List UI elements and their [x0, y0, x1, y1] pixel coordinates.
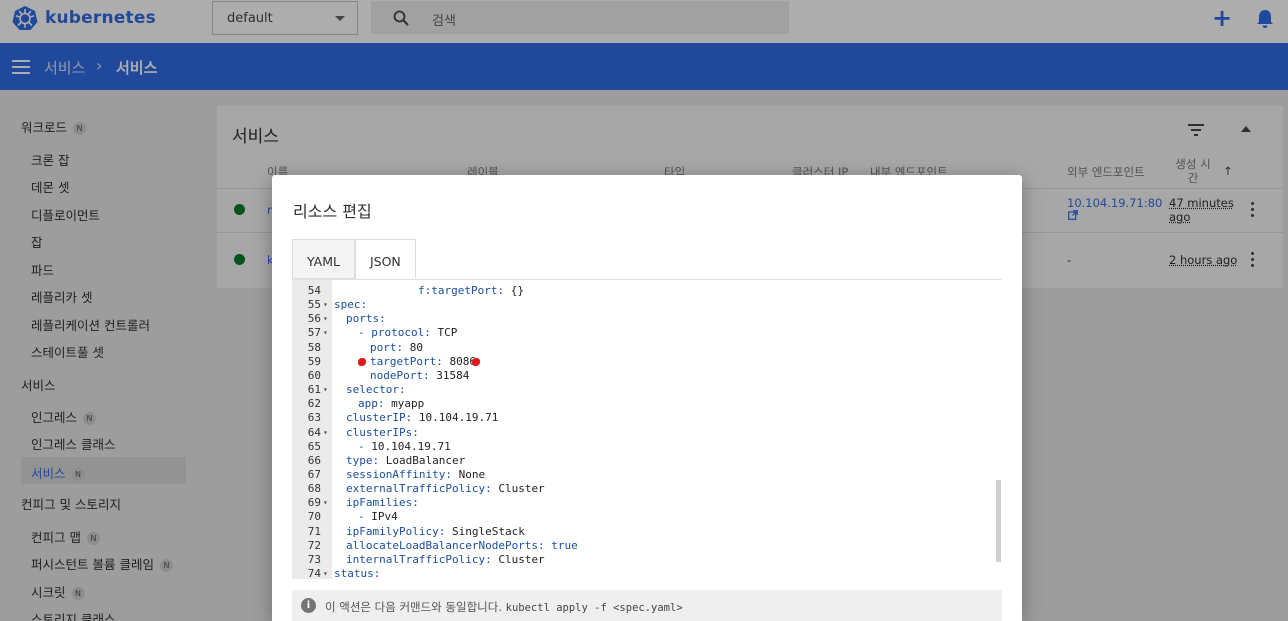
line-number: 57 [292, 326, 321, 340]
fold-toggle-icon[interactable]: ▾ [323, 496, 328, 510]
code-line[interactable]: 60 nodePort: 31584 [292, 369, 992, 383]
code-line[interactable]: 72 allocateLoadBalancerNodePorts: true [292, 539, 992, 553]
line-number: 62 [292, 397, 321, 411]
format-tabs: YAML JSON [292, 239, 416, 279]
line-number: 67 [292, 468, 321, 482]
code-line[interactable]: 65 - 10.104.19.71 [292, 440, 992, 454]
code-line[interactable]: 56 ▾ ports: [292, 312, 992, 326]
line-number: 54 [292, 284, 321, 298]
code-line[interactable]: 58 port: 80 [292, 341, 992, 355]
line-number: 64 [292, 426, 321, 440]
line-number: 59 [292, 355, 321, 369]
code-line[interactable]: 66 type: LoadBalancer [292, 454, 992, 468]
code-text: f:targetPort: {} [418, 284, 524, 298]
code-text: externalTrafficPolicy: Cluster [346, 482, 545, 496]
code-text: type: LoadBalancer [346, 454, 465, 468]
code-text: - 10.104.19.71 [358, 440, 451, 454]
edit-resource-dialog: 리소스 편집 YAML JSON 54 f:targetPort: {} 55 ▾ sp… [272, 175, 1022, 621]
code-line[interactable]: 54 f:targetPort: {} [292, 284, 992, 298]
code-text: status: [334, 567, 380, 579]
fold-toggle-icon[interactable]: ▾ [323, 426, 328, 440]
fold-toggle-icon[interactable]: ▾ [323, 312, 328, 326]
fold-toggle-icon[interactable]: ▾ [323, 383, 328, 397]
code-line[interactable]: 64 ▾ clusterIPs: [292, 426, 992, 440]
code-text: allocateLoadBalancerNodePorts: true [346, 539, 578, 553]
line-number: 69 [292, 496, 321, 510]
code-text: nodePort: 31584 [370, 369, 469, 383]
code-text: sessionAffinity: None [346, 468, 485, 482]
code-text: spec: [334, 298, 367, 312]
line-number: 58 [292, 341, 321, 355]
fold-toggle-icon[interactable]: ▾ [323, 326, 328, 340]
line-number: 66 [292, 454, 321, 468]
code-text: port: 80 [370, 341, 423, 355]
code-line[interactable]: 73 internalTrafficPolicy: Cluster [292, 553, 992, 567]
info-banner: i 이 액션은 다음 커맨드와 동일합니다. kubectl apply -f … [292, 590, 1002, 621]
line-number: 63 [292, 411, 321, 425]
code-line[interactable]: 71 ipFamilyPolicy: SingleStack [292, 525, 992, 539]
tab-json[interactable]: JSON [355, 239, 416, 279]
code-text: app: myapp [358, 397, 424, 411]
line-number: 55 [292, 298, 321, 312]
line-number: 73 [292, 553, 321, 567]
code-line[interactable]: 62 app: myapp [292, 397, 992, 411]
line-number: 61 [292, 383, 321, 397]
line-number: 70 [292, 510, 321, 524]
line-number: 71 [292, 525, 321, 539]
code-line[interactable]: 74 ▾ status: [292, 567, 992, 579]
highlight-marker [472, 358, 480, 366]
code-line[interactable]: 55 ▾ spec: [292, 298, 992, 312]
tab-yaml[interactable]: YAML [292, 239, 355, 279]
code-line[interactable]: 70 - IPv4 [292, 510, 992, 524]
code-text: - IPv4 [358, 510, 398, 524]
code-line[interactable]: 61 ▾ selector: [292, 383, 992, 397]
code-line[interactable]: 57 ▾ - protocol: TCP [292, 326, 992, 340]
line-number: 60 [292, 369, 321, 383]
fold-toggle-icon[interactable]: ▾ [323, 567, 328, 579]
code-text: selector: [346, 383, 406, 397]
code-line[interactable]: 63 clusterIP: 10.104.19.71 [292, 411, 992, 425]
info-icon: i [301, 598, 316, 613]
code-text: ports: [346, 312, 386, 326]
kubectl-command: kubectl apply -f <spec.yaml> [506, 602, 683, 614]
line-number: 72 [292, 539, 321, 553]
code-text: ipFamilies: [346, 496, 419, 510]
fold-toggle-icon[interactable]: ▾ [323, 298, 328, 312]
code-text: - protocol: TCP [358, 326, 457, 340]
dialog-title: 리소스 편집 [293, 198, 372, 222]
code-text: targetPort: 8086 [370, 355, 476, 369]
code-line[interactable]: 59 targetPort: 8086 [292, 355, 992, 369]
code-line[interactable]: 69 ▾ ipFamilies: [292, 496, 992, 510]
line-number: 68 [292, 482, 321, 496]
editor-scrollbar[interactable] [996, 480, 1001, 562]
code-text: clusterIPs: [346, 426, 419, 440]
code-line[interactable]: 68 externalTrafficPolicy: Cluster [292, 482, 992, 496]
line-number: 74 [292, 567, 321, 579]
info-text: 이 액션은 다음 커맨드와 동일합니다. kubectl apply -f <s… [325, 599, 683, 615]
code-text: internalTrafficPolicy: Cluster [346, 553, 545, 567]
line-number: 56 [292, 312, 321, 326]
code-editor[interactable]: 54 f:targetPort: {} 55 ▾ spec: 56 ▾ ports: 57 ▾ - … [292, 279, 1002, 579]
highlight-marker [358, 358, 366, 366]
code-line[interactable]: 67 sessionAffinity: None [292, 468, 992, 482]
line-number: 65 [292, 440, 321, 454]
code-text: clusterIP: 10.104.19.71 [346, 411, 498, 425]
code-text: ipFamilyPolicy: SingleStack [346, 525, 525, 539]
